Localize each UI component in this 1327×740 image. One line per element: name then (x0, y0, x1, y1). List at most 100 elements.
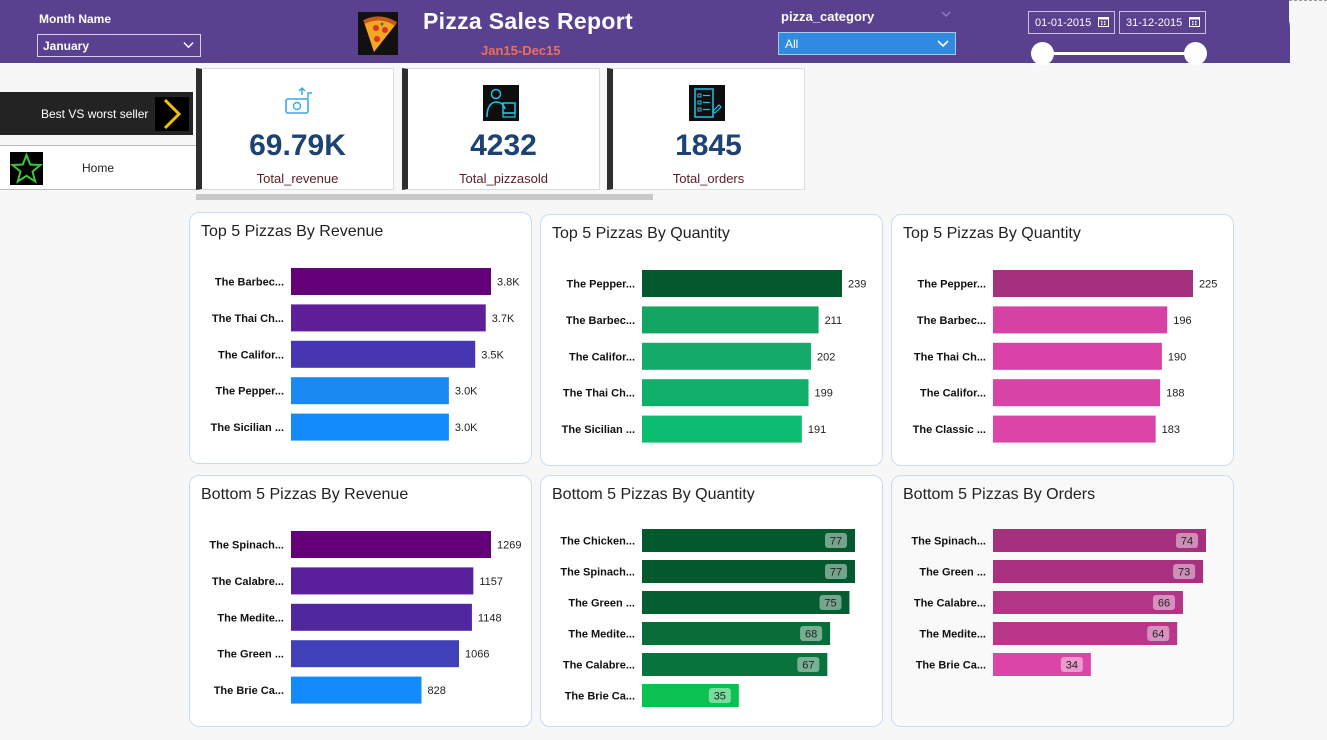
bar (642, 529, 855, 552)
horizontal-scrollbar[interactable] (196, 194, 653, 200)
bottom-revenue-bar-chart: The Spinach... 1269 The Calabre... 1157 The … (209, 531, 521, 704)
category-label: The Medite... (919, 629, 986, 641)
chevron-down-icon (937, 40, 949, 48)
kpi-card-pizzasold: 4232 Total_pizzasold (402, 68, 600, 190)
data-label: 828 (427, 685, 445, 697)
bar (291, 531, 491, 558)
data-label: 1269 (497, 540, 521, 552)
chart-card-bottom-revenue: Bottom 5 Pizzas By Revenue The Spinach..… (189, 475, 532, 727)
month-filter-select[interactable]: January (37, 34, 201, 57)
data-label: 3.7K (492, 313, 515, 325)
category-label: The Thai Ch... (212, 313, 284, 325)
bar (291, 567, 474, 595)
bar (291, 603, 472, 631)
bar (291, 377, 449, 405)
date-range-slider-start-handle[interactable] (1031, 42, 1054, 65)
date-end-value: 31-12-2015 (1126, 17, 1183, 29)
data-label: 211 (825, 315, 843, 327)
kpi-label-orders: Total_orders (672, 171, 745, 186)
data-label: 3.0K (455, 422, 478, 434)
category-label: The Green ... (217, 649, 284, 661)
bar (291, 640, 460, 668)
data-label: 239 (848, 279, 866, 291)
category-label: The Calabre... (563, 660, 635, 672)
chevron-right-icon (155, 97, 189, 131)
data-label: 77 (830, 536, 842, 548)
category-label: The Calabre... (212, 576, 284, 588)
data-label: 64 (1152, 629, 1164, 641)
home-button[interactable]: Home (0, 145, 197, 190)
data-label: 73 (1178, 567, 1190, 579)
bar (993, 306, 1168, 334)
top-revenue-bar-chart: The Barbec... 3.8K The Thai Ch... 3.7K The C… (211, 268, 520, 441)
bar (642, 415, 802, 443)
best-vs-worst-button[interactable]: Best VS worst seller (0, 92, 193, 135)
category-label: The Sicilian ... (211, 422, 284, 434)
data-label: 1148 (478, 612, 502, 624)
category-filter-label: pizza_category (781, 9, 875, 24)
category-label: The Pepper... (216, 386, 284, 398)
data-label: 190 (1168, 351, 1186, 363)
date-range-slider-end-handle[interactable] (1184, 42, 1207, 65)
bar (993, 379, 1161, 407)
data-label: 3.0K (455, 386, 478, 398)
data-label: 1066 (465, 649, 489, 661)
category-label: The Chicken... (560, 536, 635, 548)
date-start-input[interactable]: 01-01-2015 (1028, 11, 1115, 34)
category-label: The Barbec... (566, 315, 635, 327)
data-label: 1157 (479, 576, 503, 588)
bar (291, 304, 486, 332)
kpi-value-pizzasold: 4232 (470, 129, 537, 162)
data-label: 202 (817, 351, 835, 363)
bar (291, 340, 476, 368)
category-label: The Calabre... (914, 598, 986, 610)
bar (642, 270, 842, 297)
data-label: 75 (824, 598, 836, 610)
date-range-slider-track[interactable] (1042, 52, 1196, 55)
category-label: The Pepper... (918, 279, 986, 291)
category-label: The Califor... (920, 388, 986, 400)
page-title: Pizza Sales Report (423, 8, 633, 34)
calendar-icon[interactable] (1189, 16, 1200, 27)
kpi-card-revenue: 69.79K Total_revenue (196, 68, 394, 190)
chevron-down-icon[interactable] (941, 10, 951, 18)
kpi-label-pizzasold: Total_pizzasold (459, 171, 548, 186)
delivery-person-icon (483, 85, 519, 121)
calendar-icon[interactable] (1098, 16, 1109, 27)
data-label: 196 (1173, 315, 1191, 327)
category-label: The Barbec... (215, 277, 284, 289)
chevron-down-icon (183, 42, 194, 49)
bar (993, 342, 1162, 370)
page-subtitle: Jan15-Dec15 (481, 43, 561, 58)
category-label: The Barbec... (917, 315, 986, 327)
data-label: 3.8K (497, 277, 520, 289)
kpi-value-orders: 1845 (675, 129, 742, 162)
category-filter-select[interactable]: All (778, 32, 956, 55)
date-start-value: 01-01-2015 (1035, 17, 1092, 29)
star-icon (9, 152, 44, 185)
dashboard: Month Name January Pizza Sales Report Ja… (0, 0, 1327, 740)
bar (642, 591, 850, 614)
bottom-quantity-bar-chart: The Chicken... 77 The Spinach... 77 The Gree… (560, 529, 855, 707)
chart-card-bottom-orders: Bottom 5 Pizzas By Orders The Spinach...… (891, 475, 1234, 727)
order-list-icon (689, 85, 725, 121)
header-curve (1240, 0, 1290, 63)
month-filter-label: Month Name (39, 12, 111, 26)
data-label: 225 (1199, 279, 1217, 291)
category-label: The Brie Ca... (916, 660, 986, 672)
bar (291, 268, 491, 295)
data-label: 68 (805, 629, 817, 641)
category-label: The Brie Ca... (565, 691, 635, 703)
bar (291, 676, 422, 704)
data-label: 188 (1166, 388, 1184, 400)
chart-card-top-revenue: Top 5 Pizzas By Revenue The Barbec... 3.8… (189, 212, 532, 464)
data-label: 3.5K (481, 349, 504, 361)
data-label: 67 (802, 660, 814, 672)
date-end-input[interactable]: 31-12-2015 (1119, 11, 1206, 34)
bar (642, 379, 809, 407)
month-filter-value: January (43, 39, 90, 53)
bar (291, 413, 449, 441)
category-label: The Medite... (217, 612, 284, 624)
category-label: The Green ... (568, 598, 635, 610)
best-vs-worst-label: Best VS worst seller (41, 107, 149, 121)
